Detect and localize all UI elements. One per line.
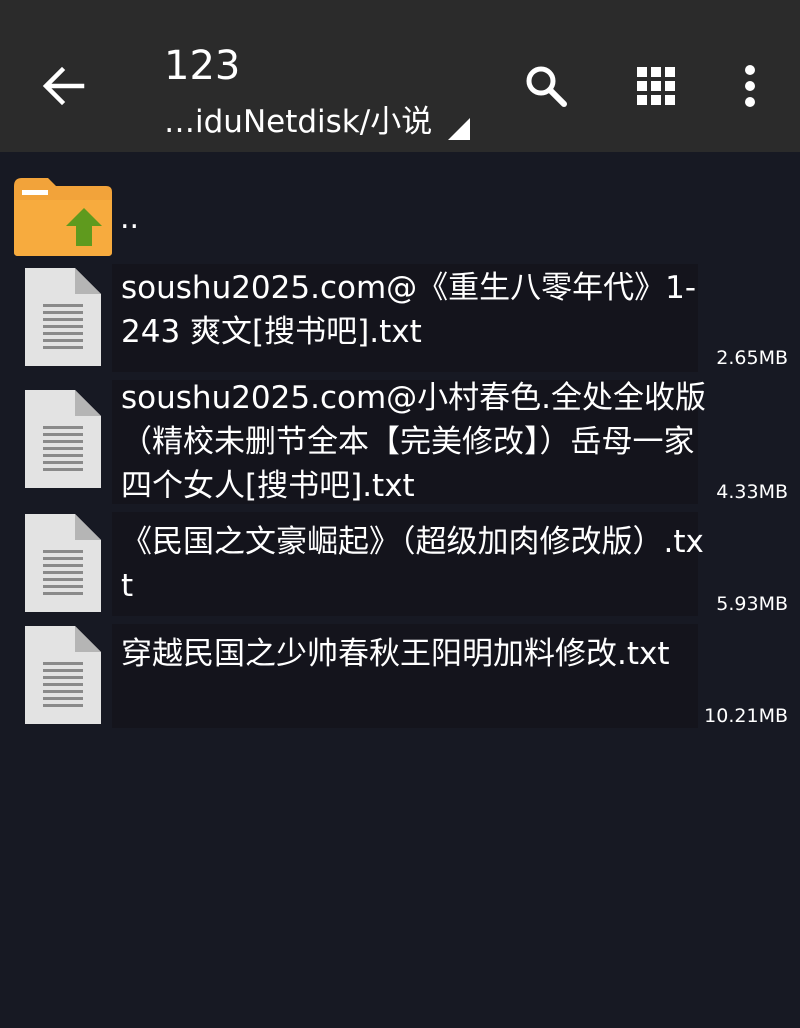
more-options-button[interactable] xyxy=(714,50,786,122)
parent-folder-row[interactable]: .. xyxy=(0,160,800,256)
file-name: soushu2025.com@小村春色.全处全收版（精校未删节全本【完美修改】）… xyxy=(121,380,707,504)
folder-up-icon xyxy=(14,178,112,256)
search-icon xyxy=(526,66,567,107)
text-file-icon xyxy=(25,626,101,724)
file-row[interactable]: 《民国之文豪崛起》（超级加肉修改版）.txt 5.93MB xyxy=(0,512,800,616)
text-file-icon xyxy=(25,514,101,612)
file-size: 2.65MB xyxy=(716,347,788,369)
text-file-icon xyxy=(25,390,101,488)
grid-view-icon xyxy=(637,67,675,105)
file-row[interactable]: soushu2025.com@小村春色.全处全收版（精校未删节全本【完美修改】）… xyxy=(0,380,800,504)
file-name: soushu2025.com@《重生八零年代》1-243 爽文[搜书吧].txt xyxy=(121,270,697,350)
more-vert-icon xyxy=(745,65,755,107)
app-toolbar: 123 …iduNetdisk/小说 xyxy=(0,0,800,152)
file-name: 穿越民国之少帅春秋王阳明加料修改.txt xyxy=(121,636,670,672)
file-name: 《民国之文豪崛起》（超级加肉修改版）.txt xyxy=(121,524,704,604)
search-button[interactable] xyxy=(510,50,582,122)
file-row[interactable]: 穿越民国之少帅春秋王阳明加料修改.txt 10.21MB xyxy=(0,624,800,728)
path-selector[interactable]: …iduNetdisk/小说 xyxy=(164,98,471,144)
file-size: 10.21MB xyxy=(704,705,788,727)
back-button[interactable] xyxy=(22,44,106,128)
file-row[interactable]: soushu2025.com@《重生八零年代》1-243 爽文[搜书吧].txt… xyxy=(0,264,800,372)
arrow-left-icon xyxy=(42,66,85,106)
parent-folder-label: .. xyxy=(120,201,140,236)
current-path: …iduNetdisk/小说 xyxy=(164,104,433,140)
text-file-icon xyxy=(25,268,101,366)
file-size: 4.33MB xyxy=(716,481,788,503)
page-title: 123 xyxy=(164,43,241,89)
file-size: 5.93MB xyxy=(716,593,788,615)
dropdown-caret-icon xyxy=(448,118,471,140)
grid-view-button[interactable] xyxy=(620,50,692,122)
